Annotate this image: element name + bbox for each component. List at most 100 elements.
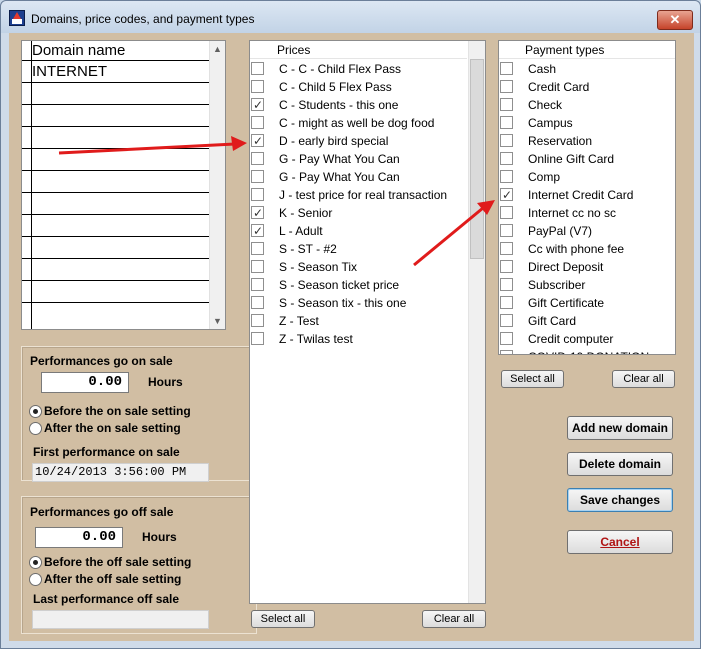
radio-selected-icon (29, 405, 42, 418)
prices-select-all-button[interactable]: Select all (251, 610, 315, 628)
checkbox-checked-icon[interactable] (251, 132, 264, 150)
payment-type-item[interactable]: Gift Certificate (499, 294, 661, 312)
prices-scrollbar[interactable] (468, 41, 485, 603)
domain-grid[interactable]: Domain name INTERNET ▲ ▼ (21, 40, 226, 330)
off-sale-before-radio[interactable]: Before the off sale setting (29, 555, 229, 571)
domain-row[interactable]: INTERNET (32, 63, 107, 80)
scroll-up-icon[interactable]: ▲ (210, 41, 225, 57)
cancel-button[interactable]: Cancel (567, 530, 673, 554)
scroll-down-icon[interactable]: ▼ (210, 313, 225, 329)
checkbox-unchecked-icon[interactable] (251, 242, 264, 255)
payment-type-item[interactable]: Campus (499, 114, 661, 132)
payment-type-item[interactable]: Gift Card (499, 312, 661, 330)
price-item[interactable]: C - Child 5 Flex Pass (250, 78, 470, 96)
checkbox-checked-icon[interactable] (251, 222, 264, 240)
checkbox-unchecked-icon[interactable] (500, 170, 513, 183)
payment-type-item-label: Check (528, 98, 563, 112)
checkbox-unchecked-icon[interactable] (500, 98, 513, 111)
price-item[interactable]: J - test price for real transaction (250, 186, 470, 204)
save-changes-button[interactable]: Save changes (567, 488, 673, 512)
checkbox-unchecked-icon[interactable] (251, 260, 264, 273)
checkbox-unchecked-icon[interactable] (251, 116, 264, 129)
checkbox-unchecked-icon[interactable] (500, 260, 513, 273)
radio-unselected-icon (29, 422, 42, 435)
checkbox-unchecked-icon[interactable] (500, 152, 513, 165)
checkbox-unchecked-icon[interactable] (500, 278, 513, 291)
checkbox-unchecked-icon[interactable] (251, 152, 264, 165)
checkbox-checked-icon[interactable] (500, 186, 513, 204)
checkbox-unchecked-icon[interactable] (251, 170, 264, 183)
checkbox-unchecked-icon[interactable] (251, 296, 264, 309)
prices-list[interactable]: Prices C - C - Child Flex Pass C - Child … (249, 40, 486, 604)
payment-type-item[interactable]: Internet Credit Card (499, 186, 661, 204)
price-item[interactable]: S - Season ticket price (250, 276, 470, 294)
price-item[interactable]: S - Season tix - this one (250, 294, 470, 312)
price-item[interactable]: K - Senior (250, 204, 470, 222)
checkbox-unchecked-icon[interactable] (500, 314, 513, 327)
payment-type-item[interactable]: Comp (499, 168, 661, 186)
price-item[interactable]: S - Season Tix (250, 258, 470, 276)
checkbox-unchecked-icon[interactable] (251, 278, 264, 291)
price-item[interactable]: C - might as well be dog food (250, 114, 470, 132)
payment-type-item-label: Credit Card (528, 80, 590, 94)
off-sale-after-radio[interactable]: After the off sale setting (29, 572, 229, 588)
prices-clear-all-button[interactable]: Clear all (422, 610, 486, 628)
payment-types-column-header: Payment types (499, 41, 675, 59)
prices-scroll-thumb[interactable] (470, 59, 484, 259)
price-item[interactable]: G - Pay What You Can (250, 168, 470, 186)
checkbox-checked-icon[interactable] (251, 96, 264, 114)
payment-type-item[interactable]: PayPal (V7) (499, 222, 661, 240)
price-item[interactable]: S - ST - #2 (250, 240, 470, 258)
grid-line (22, 60, 212, 61)
payment-type-item-label: Internet Credit Card (528, 188, 634, 202)
checkbox-unchecked-icon[interactable] (251, 62, 264, 75)
checkbox-checked-icon[interactable] (251, 204, 264, 222)
checkbox-unchecked-icon[interactable] (500, 332, 513, 345)
radio-unselected-icon (29, 573, 42, 586)
off-sale-hours-input[interactable]: 0.00 (35, 527, 123, 548)
price-item[interactable]: C - C - Child Flex Pass (250, 60, 470, 78)
domain-scrollbar[interactable]: ▲ ▼ (209, 41, 225, 329)
on-sale-after-radio[interactable]: After the on sale setting (29, 421, 229, 437)
checkbox-unchecked-icon[interactable] (251, 80, 264, 93)
price-item[interactable]: L - Adult (250, 222, 470, 240)
checkbox-unchecked-icon[interactable] (500, 350, 513, 354)
delete-domain-button[interactable]: Delete domain (567, 452, 673, 476)
payment-type-item[interactable]: Cc with phone fee (499, 240, 661, 258)
checkbox-unchecked-icon[interactable] (500, 62, 513, 75)
add-new-domain-button[interactable]: Add new domain (567, 416, 673, 440)
price-item[interactable]: Z - Twilas test (250, 330, 470, 348)
payment-type-item[interactable]: COVID-19 DONATION (499, 348, 661, 354)
checkbox-unchecked-icon[interactable] (500, 116, 513, 129)
price-item-label: C - C - Child Flex Pass (279, 62, 402, 76)
checkbox-unchecked-icon[interactable] (251, 188, 264, 201)
payment-type-item[interactable]: Reservation (499, 132, 661, 150)
on-sale-hours-input[interactable]: 0.00 (41, 372, 129, 393)
payments-clear-all-button[interactable]: Clear all (612, 370, 675, 388)
payment-type-item[interactable]: Direct Deposit (499, 258, 661, 276)
checkbox-unchecked-icon[interactable] (251, 332, 264, 345)
payment-type-item[interactable]: Check (499, 96, 661, 114)
payments-select-all-button[interactable]: Select all (501, 370, 564, 388)
payment-type-item[interactable]: Subscriber (499, 276, 661, 294)
on-sale-before-radio[interactable]: Before the on sale setting (29, 404, 229, 420)
checkbox-unchecked-icon[interactable] (251, 314, 264, 327)
checkbox-unchecked-icon[interactable] (500, 134, 513, 147)
payment-type-item[interactable]: Credit computer (499, 330, 661, 348)
checkbox-unchecked-icon[interactable] (500, 206, 513, 219)
price-item[interactable]: C - Students - this one (250, 96, 470, 114)
close-button[interactable]: ✕ (657, 10, 693, 30)
price-item[interactable]: D - early bird special (250, 132, 470, 150)
payment-type-item[interactable]: Internet cc no sc (499, 204, 661, 222)
checkbox-unchecked-icon[interactable] (500, 80, 513, 93)
checkbox-unchecked-icon[interactable] (500, 242, 513, 255)
payment-types-list[interactable]: Payment types Cash Credit Card Check Campus… (498, 40, 676, 355)
payment-type-item[interactable]: Online Gift Card (499, 150, 661, 168)
domain-name-column-header: Domain name (32, 42, 126, 59)
checkbox-unchecked-icon[interactable] (500, 224, 513, 237)
price-item[interactable]: Z - Test (250, 312, 470, 330)
payment-type-item[interactable]: Credit Card (499, 78, 661, 96)
price-item[interactable]: G - Pay What You Can (250, 150, 470, 168)
checkbox-unchecked-icon[interactable] (500, 296, 513, 309)
payment-type-item[interactable]: Cash (499, 60, 661, 78)
